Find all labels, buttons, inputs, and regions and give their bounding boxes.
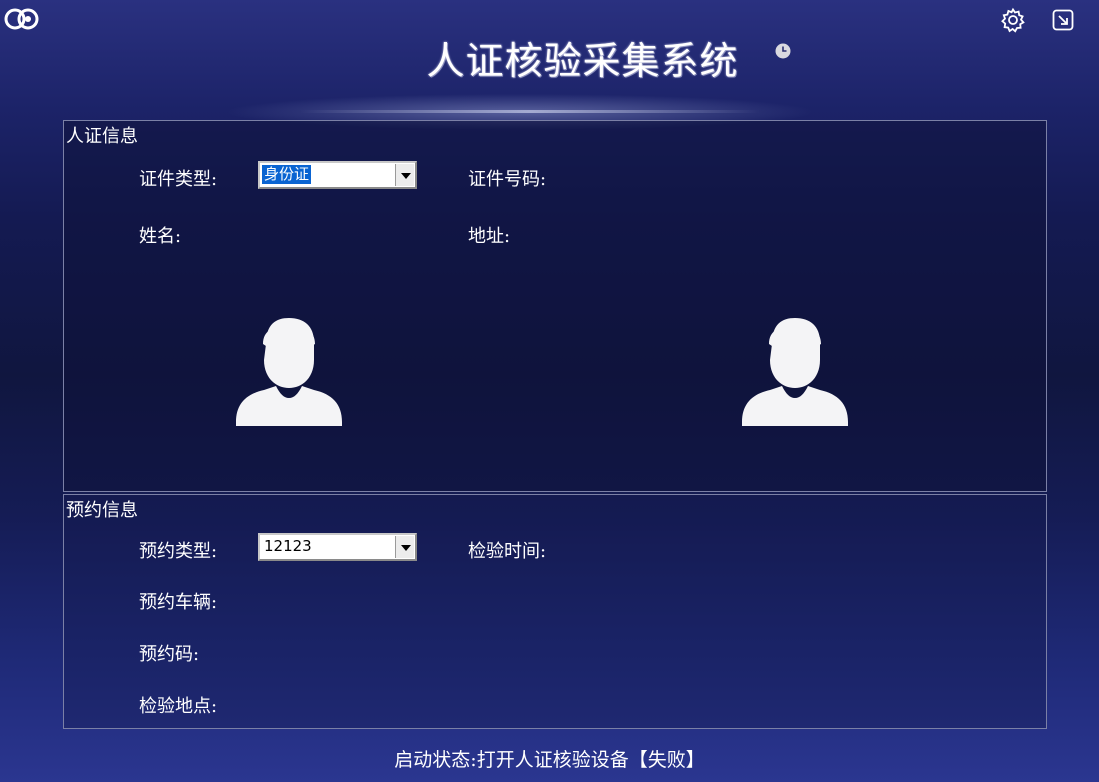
name-label: 姓名: <box>139 226 182 247</box>
appointment-code-label: 预约码: <box>139 644 200 665</box>
chevron-down-icon[interactable] <box>395 536 414 558</box>
appointment-vehicle-label: 预约车辆: <box>139 592 218 613</box>
app-logo-icon <box>4 8 39 30</box>
appointment-section-title: 预约信息 <box>66 500 138 521</box>
doc-type-selected-value: 身份证 <box>262 165 312 184</box>
address-label: 地址: <box>468 226 511 247</box>
app-title: 人证核验采集系统 <box>426 39 739 83</box>
live-photo-avatar-icon <box>742 318 848 426</box>
id-info-section-title: 人证信息 <box>66 126 138 147</box>
id-photo-avatar-icon <box>236 318 342 426</box>
inspection-time-label: 检验时间: <box>468 541 547 562</box>
gear-icon[interactable] <box>1000 7 1026 33</box>
header-glow-divider <box>300 110 760 113</box>
appointment-type-select[interactable]: 12123 <box>258 533 417 561</box>
appointment-type-selected-value: 12123 <box>264 537 312 555</box>
appointment-info-panel: 预约信息 预约类型: 12123 检验时间: 预约车辆: 预约码: 检验地点: <box>63 494 1047 729</box>
chevron-down-icon[interactable] <box>395 164 414 186</box>
inspection-location-label: 检验地点: <box>139 696 218 717</box>
doc-number-label: 证件号码: <box>468 169 547 190</box>
appointment-type-label: 预约类型: <box>139 541 218 562</box>
doc-type-label: 证件类型: <box>139 169 218 190</box>
clock-icon <box>775 43 791 59</box>
doc-type-select[interactable]: 身份证 <box>258 161 417 189</box>
id-info-panel: 人证信息 证件类型: 身份证 证件号码: 姓名: 地址: <box>63 120 1047 492</box>
exit-icon[interactable] <box>1052 9 1074 31</box>
startup-status-text: 启动状态:打开人证核验设备【失败】 <box>394 749 705 771</box>
